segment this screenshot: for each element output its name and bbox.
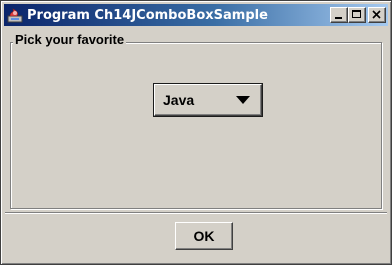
window-controls	[330, 7, 386, 23]
triangle-down-icon[interactable]	[235, 95, 251, 105]
close-icon[interactable]	[368, 7, 386, 23]
combo-selected-value: Java	[163, 92, 195, 108]
ok-button[interactable]: OK	[175, 222, 233, 250]
minimize-icon[interactable]	[330, 7, 348, 23]
content-pane: Pick your favorite Java OK	[5, 28, 387, 258]
favorite-group: Pick your favorite Java	[10, 32, 382, 209]
favorite-combo-box[interactable]: Java	[154, 84, 262, 116]
app-window: Program Ch14JComboBoxSample Pick your fa…	[0, 0, 392, 265]
maximize-icon[interactable]	[348, 7, 366, 23]
title-bar[interactable]: Program Ch14JComboBoxSample	[4, 4, 388, 26]
divider	[5, 212, 387, 214]
group-legend: Pick your favorite	[13, 32, 127, 47]
window-title: Program Ch14JComboBoxSample	[27, 7, 268, 23]
java-app-icon	[7, 8, 23, 23]
